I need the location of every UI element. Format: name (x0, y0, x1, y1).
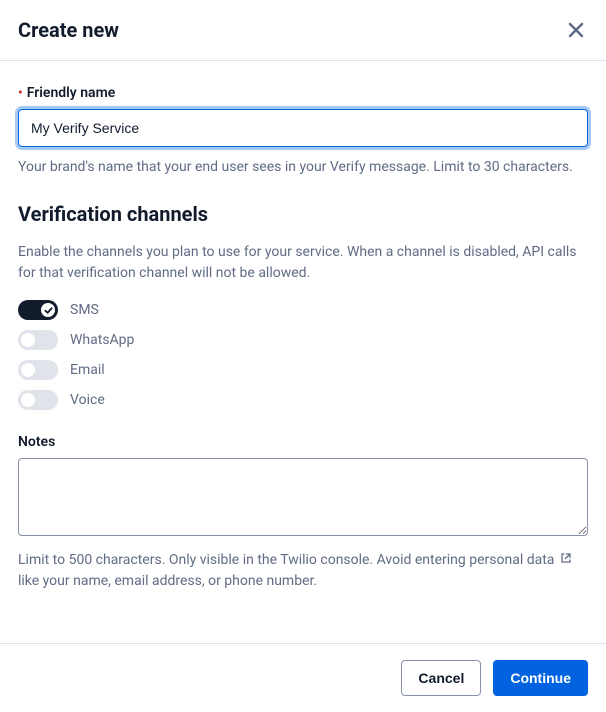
continue-button[interactable]: Continue (493, 660, 588, 696)
channel-toggle-list: SMS WhatsApp Email Voice (18, 300, 588, 410)
channel-toggle-voice[interactable] (18, 390, 58, 410)
notes-help-after: like your name, email address, or phone … (18, 573, 317, 589)
channel-toggle-sms[interactable] (18, 300, 58, 320)
channels-section-description: Enable the channels you plan to use for … (18, 242, 588, 284)
channels-section-title: Verification channels (18, 202, 588, 226)
notes-textarea[interactable] (18, 458, 588, 536)
channel-toggle-email[interactable] (18, 360, 58, 380)
channel-row-sms: SMS (18, 300, 588, 320)
channel-row-whatsapp: WhatsApp (18, 330, 588, 350)
notes-label: Notes (18, 434, 588, 450)
channel-toggle-whatsapp[interactable] (18, 330, 58, 350)
toggle-knob (41, 303, 55, 317)
channel-row-email: Email (18, 360, 588, 380)
dialog-body: • Friendly name Your brand's name that y… (0, 61, 606, 632)
channel-label: WhatsApp (70, 332, 134, 348)
friendly-name-help: Your brand's name that your end user see… (18, 157, 588, 178)
toggle-knob (21, 393, 35, 407)
friendly-name-label: Friendly name (27, 85, 116, 101)
channel-label: SMS (70, 302, 99, 318)
cancel-button[interactable]: Cancel (401, 660, 481, 696)
dialog-header: Create new (0, 0, 606, 61)
check-icon (44, 306, 53, 315)
friendly-name-input[interactable] (18, 109, 588, 147)
dialog-footer: Cancel Continue (0, 643, 606, 712)
dialog-title: Create new (18, 18, 119, 42)
close-icon (568, 22, 584, 38)
friendly-name-field: • Friendly name Your brand's name that y… (18, 85, 588, 178)
required-indicator: • (18, 86, 23, 100)
notes-help-before: Limit to 500 characters. Only visible in… (18, 552, 554, 568)
toggle-knob (21, 363, 35, 377)
channel-label: Email (70, 362, 105, 378)
close-button[interactable] (564, 18, 588, 42)
channel-row-voice: Voice (18, 390, 588, 410)
toggle-knob (21, 333, 35, 347)
channel-label: Voice (70, 392, 105, 408)
external-link-icon (560, 552, 572, 564)
notes-help: Limit to 500 characters. Only visible in… (18, 550, 588, 592)
notes-field: Notes Limit to 500 characters. Only visi… (18, 434, 588, 592)
